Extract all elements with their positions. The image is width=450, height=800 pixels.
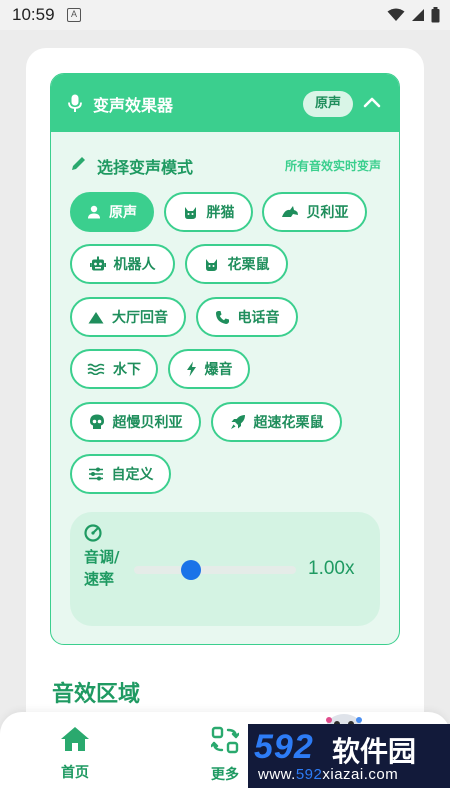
mode-label: 大厅回音 xyxy=(112,310,168,326)
person-icon xyxy=(88,205,100,219)
mode-chip-belial[interactable]: 贝利亚 xyxy=(262,192,367,232)
mode-label: 超慢贝利亚 xyxy=(112,415,183,431)
wifi-icon xyxy=(387,8,405,21)
chevron-up-icon[interactable] xyxy=(363,96,381,108)
pitch-slider[interactable] xyxy=(134,560,296,580)
nav-home[interactable]: 首页 xyxy=(40,726,110,782)
panel-header[interactable]: 变声效果器 原声 xyxy=(51,74,399,132)
mode-chip-phone[interactable]: 电话音 xyxy=(196,297,298,337)
watermark-text: 软件园 xyxy=(332,735,417,768)
mode-label: 自定义 xyxy=(111,467,154,483)
gauge-icon xyxy=(84,524,102,542)
water-icon xyxy=(87,363,105,375)
skull-icon xyxy=(89,414,104,429)
robot-icon xyxy=(89,256,106,271)
battery-icon xyxy=(431,7,440,23)
mode-label: 胖猫 xyxy=(206,205,235,221)
pitch-value: 1.00x xyxy=(308,558,355,579)
pitch-label: 音调/速率 xyxy=(84,548,120,588)
mode-label: 原声 xyxy=(109,205,137,221)
mountain-icon xyxy=(88,311,104,323)
watermark-number: 592 xyxy=(254,728,314,766)
nav-home-label: 首页 xyxy=(61,765,89,781)
mode-label: 机器人 xyxy=(113,257,156,273)
mode-chip-fat-cat[interactable]: 胖猫 xyxy=(164,192,253,232)
mode-chip-original[interactable]: 原声 xyxy=(70,192,154,232)
mode-label: 爆音 xyxy=(204,362,233,378)
pencil-icon xyxy=(72,157,85,170)
more-icon xyxy=(211,726,239,754)
panel-title: 变声效果器 xyxy=(93,96,174,115)
pitch-rate-control: 音调/速率 1.00x xyxy=(70,512,380,626)
mode-label: 花栗鼠 xyxy=(227,257,270,273)
rocket-icon xyxy=(230,415,245,429)
section-title: 选择变声模式 xyxy=(97,158,194,177)
current-mode-badge: 原声 xyxy=(303,91,353,117)
mode-chip-fast-chipmunk[interactable]: 超速花栗鼠 xyxy=(211,402,342,442)
status-time: 10:59 xyxy=(12,5,55,24)
mode-chip-underwater[interactable]: 水下 xyxy=(70,349,158,389)
mode-label: 贝利亚 xyxy=(306,205,349,221)
pitch-slider-thumb[interactable] xyxy=(180,560,201,580)
section-hint: 所有音效实时变声 xyxy=(284,159,381,173)
cat-icon xyxy=(184,206,196,219)
sound-area-title: 音效区域 xyxy=(52,682,141,707)
home-icon xyxy=(61,727,89,751)
mode-chip-slow-belial[interactable]: 超慢贝利亚 xyxy=(70,402,201,442)
mode-label: 水下 xyxy=(113,362,141,378)
phone-icon xyxy=(215,310,229,324)
microphone-icon xyxy=(68,94,82,112)
watermark-url: www.592xiazai.com xyxy=(258,766,399,783)
mode-chip-chipmunk[interactable]: 花栗鼠 xyxy=(185,244,288,284)
status-bar: 10:59 A xyxy=(0,0,450,30)
signal-icon xyxy=(412,9,424,21)
notification-icon: A xyxy=(67,8,81,22)
mode-label: 电话音 xyxy=(237,310,280,326)
sliders-icon xyxy=(88,467,103,481)
mode-label: 超速花栗鼠 xyxy=(253,415,324,431)
mode-chip-hall-echo[interactable]: 大厅回音 xyxy=(70,297,186,337)
cat-icon xyxy=(205,258,217,271)
dragon-icon xyxy=(281,206,298,217)
mode-chip-robot[interactable]: 机器人 xyxy=(70,244,175,284)
mode-chip-custom[interactable]: 自定义 xyxy=(70,454,171,494)
watermark-logo: 592 软件园 www.592xiazai.com xyxy=(248,724,450,788)
mode-chip-burst[interactable]: 爆音 xyxy=(168,349,250,389)
status-icons xyxy=(387,7,440,23)
bolt-icon xyxy=(186,361,196,377)
